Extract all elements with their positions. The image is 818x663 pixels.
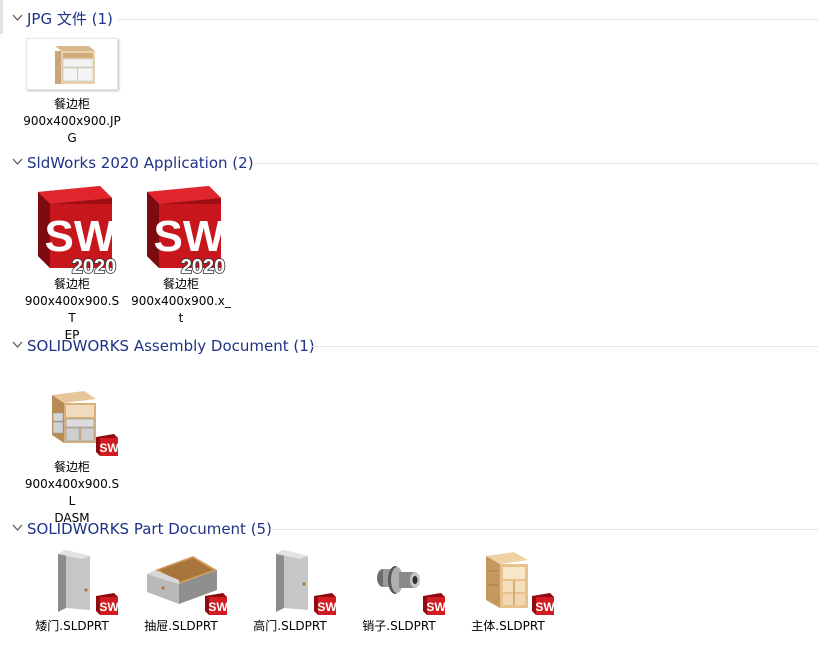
file-item[interactable]: SW 矮门.SLDPRT: [22, 550, 122, 635]
file-item[interactable]: SW 主体.SLDPRT: [458, 550, 558, 635]
group-header-assembly[interactable]: SOLIDWORKS Assembly Document (1): [0, 335, 818, 357]
group-title: JPG 文件 (1): [27, 10, 113, 28]
group-divider: [270, 529, 818, 530]
svg-text:2020: 2020: [72, 256, 117, 274]
group-title: SOLIDWORKS Assembly Document (1): [27, 337, 315, 355]
group-header-part[interactable]: SOLIDWORKS Part Document (5): [0, 518, 818, 540]
svg-text:SW: SW: [426, 600, 446, 614]
file-item[interactable]: SW 销子.SLDPRT: [349, 550, 449, 635]
chevron-down-icon[interactable]: [12, 14, 23, 22]
solidworks-badge-icon: SW: [205, 593, 228, 615]
svg-text:SW: SW: [208, 600, 228, 614]
file-item[interactable]: SW 2020 餐边柜 900x400x900.ST EP: [22, 184, 122, 344]
group-header-jpg[interactable]: JPG 文件 (1): [0, 8, 818, 30]
file-item[interactable]: SW 餐边柜 900x400x900.SL DASM: [22, 389, 122, 527]
file-item[interactable]: 餐边柜 900x400x900.JP G: [22, 38, 122, 147]
file-name: 餐边柜 900x400x900.x_ t: [131, 277, 231, 325]
file-name: 销子.SLDPRT: [362, 619, 436, 633]
door-part-icon: [58, 550, 90, 612]
solidworks-badge-icon: SW: [96, 434, 119, 456]
svg-text:2020: 2020: [181, 256, 226, 274]
file-item[interactable]: SW 高门.SLDPRT: [240, 550, 340, 635]
chevron-down-icon[interactable]: [12, 341, 23, 349]
file-name: 抽屉.SLDPRT: [144, 619, 218, 633]
file-name: 餐边柜 900x400x900.ST EP: [24, 277, 120, 342]
svg-text:SW: SW: [154, 212, 225, 261]
svg-text:SW: SW: [99, 441, 119, 455]
chevron-down-icon[interactable]: [12, 158, 23, 166]
group-divider: [118, 19, 818, 20]
group-divider: [311, 346, 818, 347]
solidworks-badge-icon: SW: [314, 593, 337, 615]
group-title: SldWorks 2020 Application (2): [27, 154, 254, 172]
image-thumbnail-icon: [26, 38, 118, 90]
solidworks-badge-icon: SW: [96, 593, 119, 615]
svg-text:SW: SW: [535, 600, 555, 614]
file-item[interactable]: SW 2020 餐边柜 900x400x900.x_ t: [131, 184, 231, 327]
file-item[interactable]: SW 抽屉.SLDPRT: [131, 550, 231, 635]
svg-text:SW: SW: [45, 212, 116, 261]
file-name: 矮门.SLDPRT: [35, 619, 109, 633]
svg-text:SW: SW: [317, 600, 337, 614]
group-divider: [254, 163, 818, 164]
solidworks-2020-icon: SW 2020: [147, 186, 226, 274]
group-title: SOLIDWORKS Part Document (5): [27, 520, 272, 538]
file-name: 餐边柜 900x400x900.SL DASM: [24, 460, 120, 525]
solidworks-badge-icon: SW: [532, 593, 555, 615]
svg-text:SW: SW: [99, 600, 119, 614]
file-name: 餐边柜 900x400x900.JP G: [23, 97, 121, 145]
solidworks-badge-icon: SW: [423, 593, 446, 615]
pin-part-icon: [377, 566, 420, 594]
group-header-sldworks[interactable]: SldWorks 2020 Application (2): [0, 152, 818, 174]
chevron-down-icon[interactable]: [12, 524, 23, 532]
solidworks-2020-icon: SW 2020: [38, 186, 117, 274]
file-name: 高门.SLDPRT: [253, 619, 327, 633]
file-name: 主体.SLDPRT: [471, 619, 545, 633]
door-part-icon: [276, 550, 308, 612]
